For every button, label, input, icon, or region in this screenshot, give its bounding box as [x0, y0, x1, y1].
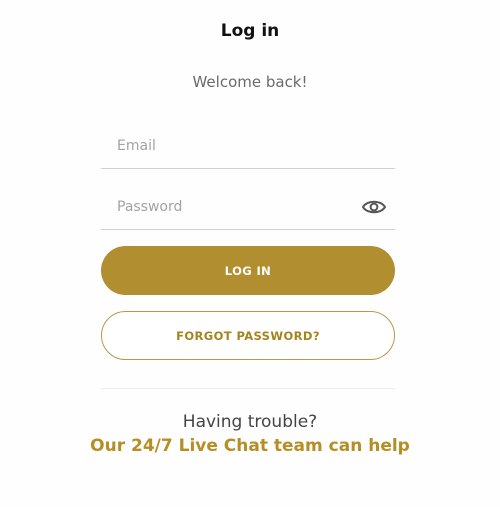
page-title: Log in	[220, 21, 280, 41]
divider	[101, 388, 395, 389]
live-chat-link[interactable]: Our 24/7 Live Chat team can help	[0, 436, 500, 456]
trouble-text: Having trouble?	[182, 412, 318, 432]
welcome-subtitle: Welcome back!	[192, 73, 308, 91]
login-button-label: LOG IN	[224, 263, 272, 278]
forgot-password-label: FORGOT PASSWORD?	[176, 328, 320, 343]
password-input[interactable]	[101, 185, 395, 229]
login-button[interactable]: LOG IN	[101, 246, 395, 295]
eye-icon[interactable]	[361, 195, 387, 219]
email-field-container	[101, 124, 395, 169]
forgot-password-button[interactable]: FORGOT PASSWORD?	[101, 311, 395, 360]
email-input[interactable]	[101, 124, 395, 168]
password-field-container	[101, 185, 395, 230]
